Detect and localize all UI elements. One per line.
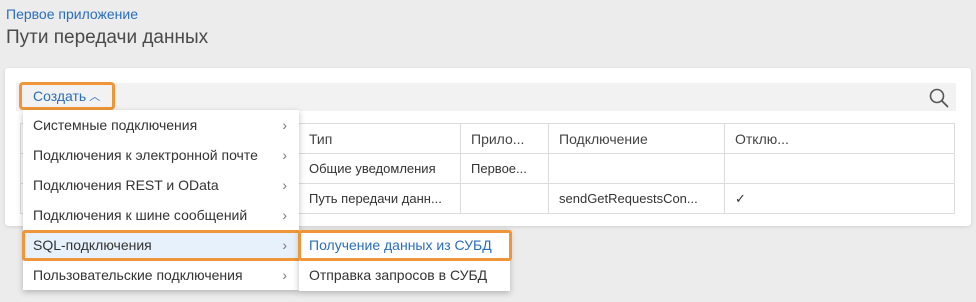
chevron-right-icon: › [282, 147, 287, 163]
cell-app: Первое... [460, 153, 549, 184]
cell-type: Путь передачи данн... [298, 183, 461, 214]
chevron-right-icon: › [282, 117, 287, 133]
menu-item-label: Пользовательские подключения [33, 267, 243, 283]
cell-disabled [724, 153, 955, 184]
chevron-right-icon: › [282, 207, 287, 223]
submenu-item-fetch-from-db[interactable]: Получение данных из СУБД [299, 230, 510, 260]
menu-item-email-connections[interactable]: Подключения к электронной почте › [23, 140, 299, 170]
menu-item-system-connections[interactable]: Системные подключения › [23, 110, 299, 140]
sql-submenu: Получение данных из СУБД Отправка запрос… [299, 230, 510, 291]
create-button-label: Создать [33, 88, 87, 104]
checkmark-icon: ✓ [724, 183, 955, 214]
search-icon[interactable] [928, 87, 950, 109]
menu-item-message-bus-connections[interactable]: Подключения к шине сообщений › [23, 200, 299, 230]
column-header-type[interactable]: Тип [298, 123, 461, 154]
menu-item-label: Подключения к электронной почте [33, 147, 258, 163]
column-header-disabled[interactable]: Отклю... [724, 123, 955, 154]
chevron-right-icon: › [282, 177, 287, 193]
cell-connection: sendGetRequestsCon... [548, 183, 725, 214]
toolbar [16, 83, 956, 111]
menu-item-label: Системные подключения [33, 117, 198, 133]
menu-item-label: Подключения к шине сообщений [33, 207, 248, 223]
chevron-right-icon: › [282, 267, 287, 283]
menu-item-label: Подключения REST и OData [33, 177, 219, 193]
page-title: Пути передачи данных [6, 27, 209, 48]
breadcrumb-link[interactable]: Первое приложение [6, 6, 138, 22]
menu-item-sql-connections[interactable]: SQL-подключения › [23, 230, 299, 260]
cell-app [460, 183, 549, 214]
create-button[interactable]: Создать ︿ [19, 82, 115, 110]
chevron-up-icon: ︿ [89, 91, 101, 103]
cell-connection [548, 153, 725, 184]
chevron-right-icon: › [282, 237, 287, 253]
column-header-connection[interactable]: Подключение [548, 123, 725, 154]
column-header-app[interactable]: Прило... [460, 123, 549, 154]
menu-item-label: SQL-подключения [33, 237, 152, 253]
menu-item-rest-odata-connections[interactable]: Подключения REST и OData › [23, 170, 299, 200]
create-dropdown-menu: Системные подключения › Подключения к эл… [23, 110, 299, 290]
cell-type: Общие уведомления [298, 153, 461, 184]
submenu-item-send-queries-to-db[interactable]: Отправка запросов в СУБД [299, 260, 510, 290]
menu-item-custom-connections[interactable]: Пользовательские подключения › [23, 260, 299, 290]
